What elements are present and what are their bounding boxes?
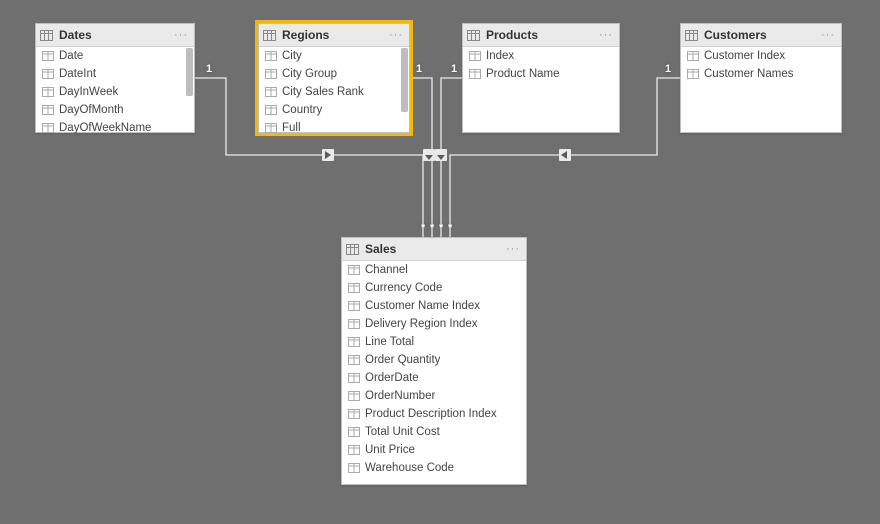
scrollbar[interactable] bbox=[186, 48, 193, 96]
field-row[interactable]: DateInt bbox=[36, 65, 194, 83]
field-icon bbox=[469, 69, 481, 79]
field-icon bbox=[348, 409, 360, 419]
field-row[interactable]: City Group bbox=[259, 65, 409, 83]
field-row[interactable]: Channel bbox=[342, 261, 526, 279]
field-icon bbox=[348, 265, 360, 275]
field-icon bbox=[348, 337, 360, 347]
field-row[interactable]: Index bbox=[463, 47, 619, 65]
field-row[interactable]: DayOfMonth bbox=[36, 101, 194, 119]
table-title: Sales bbox=[365, 242, 504, 256]
table-title: Regions bbox=[282, 28, 387, 42]
field-icon bbox=[687, 51, 699, 61]
cardinality-many: * bbox=[421, 222, 425, 234]
field-icon bbox=[348, 463, 360, 473]
cardinality-one: 1 bbox=[665, 63, 671, 75]
field-list: Customer Index Customer Names bbox=[681, 47, 841, 133]
field-row[interactable]: Product Name bbox=[463, 65, 619, 83]
field-icon bbox=[265, 87, 277, 97]
more-icon[interactable]: ··· bbox=[819, 29, 837, 41]
scrollbar[interactable] bbox=[401, 48, 408, 112]
table-icon bbox=[40, 30, 53, 41]
field-list: City City Group City Sales Rank Country … bbox=[259, 47, 409, 133]
field-row[interactable]: Delivery Region Index bbox=[342, 315, 526, 333]
table-icon bbox=[346, 244, 359, 255]
field-row[interactable]: City bbox=[259, 47, 409, 65]
field-icon bbox=[42, 51, 54, 61]
field-icon bbox=[348, 319, 360, 329]
field-row[interactable]: Warehouse Code bbox=[342, 459, 526, 477]
field-row[interactable]: Currency Code bbox=[342, 279, 526, 297]
field-row[interactable]: Line Total bbox=[342, 333, 526, 351]
field-icon bbox=[265, 105, 277, 115]
table-regions[interactable]: Regions ··· City City Group City Sales R… bbox=[258, 23, 410, 133]
field-row[interactable]: Product Description Index bbox=[342, 405, 526, 423]
field-icon bbox=[265, 69, 277, 79]
field-list: Channel Currency Code Customer Name Inde… bbox=[342, 261, 526, 485]
field-icon bbox=[348, 445, 360, 455]
table-header[interactable]: Products ··· bbox=[463, 24, 619, 47]
table-header[interactable]: Dates ··· bbox=[36, 24, 194, 47]
field-row[interactable]: Customer Index bbox=[681, 47, 841, 65]
field-row[interactable]: Order Quantity bbox=[342, 351, 526, 369]
cardinality-one: 1 bbox=[451, 63, 457, 75]
table-sales[interactable]: Sales ··· Channel Currency Code Customer… bbox=[341, 237, 527, 485]
field-icon bbox=[687, 69, 699, 79]
field-list: Date DateInt DayInWeek DayOfMonth DayOfW… bbox=[36, 47, 194, 133]
cardinality-one: 1 bbox=[416, 63, 422, 75]
table-header[interactable]: Regions ··· bbox=[259, 24, 409, 47]
field-row[interactable]: OrderDate bbox=[342, 369, 526, 387]
field-icon bbox=[42, 87, 54, 97]
table-icon bbox=[467, 30, 480, 41]
table-title: Products bbox=[486, 28, 597, 42]
cardinality-many: * bbox=[448, 222, 452, 234]
more-icon[interactable]: ··· bbox=[597, 29, 615, 41]
field-row[interactable]: Customer Name Index bbox=[342, 297, 526, 315]
table-customers[interactable]: Customers ··· Customer Index Customer Na… bbox=[680, 23, 842, 133]
field-row[interactable]: DayInWeek bbox=[36, 83, 194, 101]
field-icon bbox=[348, 391, 360, 401]
field-icon bbox=[42, 69, 54, 79]
cardinality-many: * bbox=[430, 222, 434, 234]
field-icon bbox=[42, 105, 54, 115]
field-icon bbox=[265, 123, 277, 133]
more-icon[interactable]: ··· bbox=[504, 243, 522, 255]
more-icon[interactable]: ··· bbox=[387, 29, 405, 41]
field-row[interactable]: Total Unit Cost bbox=[342, 423, 526, 441]
table-header[interactable]: Customers ··· bbox=[681, 24, 841, 47]
field-list: Index Product Name bbox=[463, 47, 619, 133]
cardinality-one: 1 bbox=[206, 63, 212, 75]
field-icon bbox=[42, 123, 54, 133]
field-row[interactable]: DayOfWeekName bbox=[36, 119, 194, 133]
table-icon bbox=[263, 30, 276, 41]
table-dates[interactable]: Dates ··· Date DateInt DayInWeek DayOfMo… bbox=[35, 23, 195, 133]
model-diagram-canvas[interactable]: .conn { stroke:#e9e9e9; stroke-width:1.3… bbox=[0, 0, 880, 524]
field-icon bbox=[348, 373, 360, 383]
table-title: Dates bbox=[59, 28, 172, 42]
field-row[interactable]: Full bbox=[259, 119, 409, 133]
field-icon bbox=[348, 355, 360, 365]
table-title: Customers bbox=[704, 28, 819, 42]
field-icon bbox=[348, 301, 360, 311]
field-row[interactable]: City Sales Rank bbox=[259, 83, 409, 101]
field-row[interactable]: OrderNumber bbox=[342, 387, 526, 405]
field-row[interactable]: Date bbox=[36, 47, 194, 65]
table-header[interactable]: Sales ··· bbox=[342, 238, 526, 261]
field-icon bbox=[348, 283, 360, 293]
field-icon bbox=[469, 51, 481, 61]
table-products[interactable]: Products ··· Index Product Name bbox=[462, 23, 620, 133]
field-icon bbox=[265, 51, 277, 61]
cardinality-many: * bbox=[439, 222, 443, 234]
field-row[interactable]: Country bbox=[259, 101, 409, 119]
field-row[interactable]: Unit Price bbox=[342, 441, 526, 459]
field-row[interactable]: Customer Names bbox=[681, 65, 841, 83]
more-icon[interactable]: ··· bbox=[172, 29, 190, 41]
table-icon bbox=[685, 30, 698, 41]
field-icon bbox=[348, 427, 360, 437]
